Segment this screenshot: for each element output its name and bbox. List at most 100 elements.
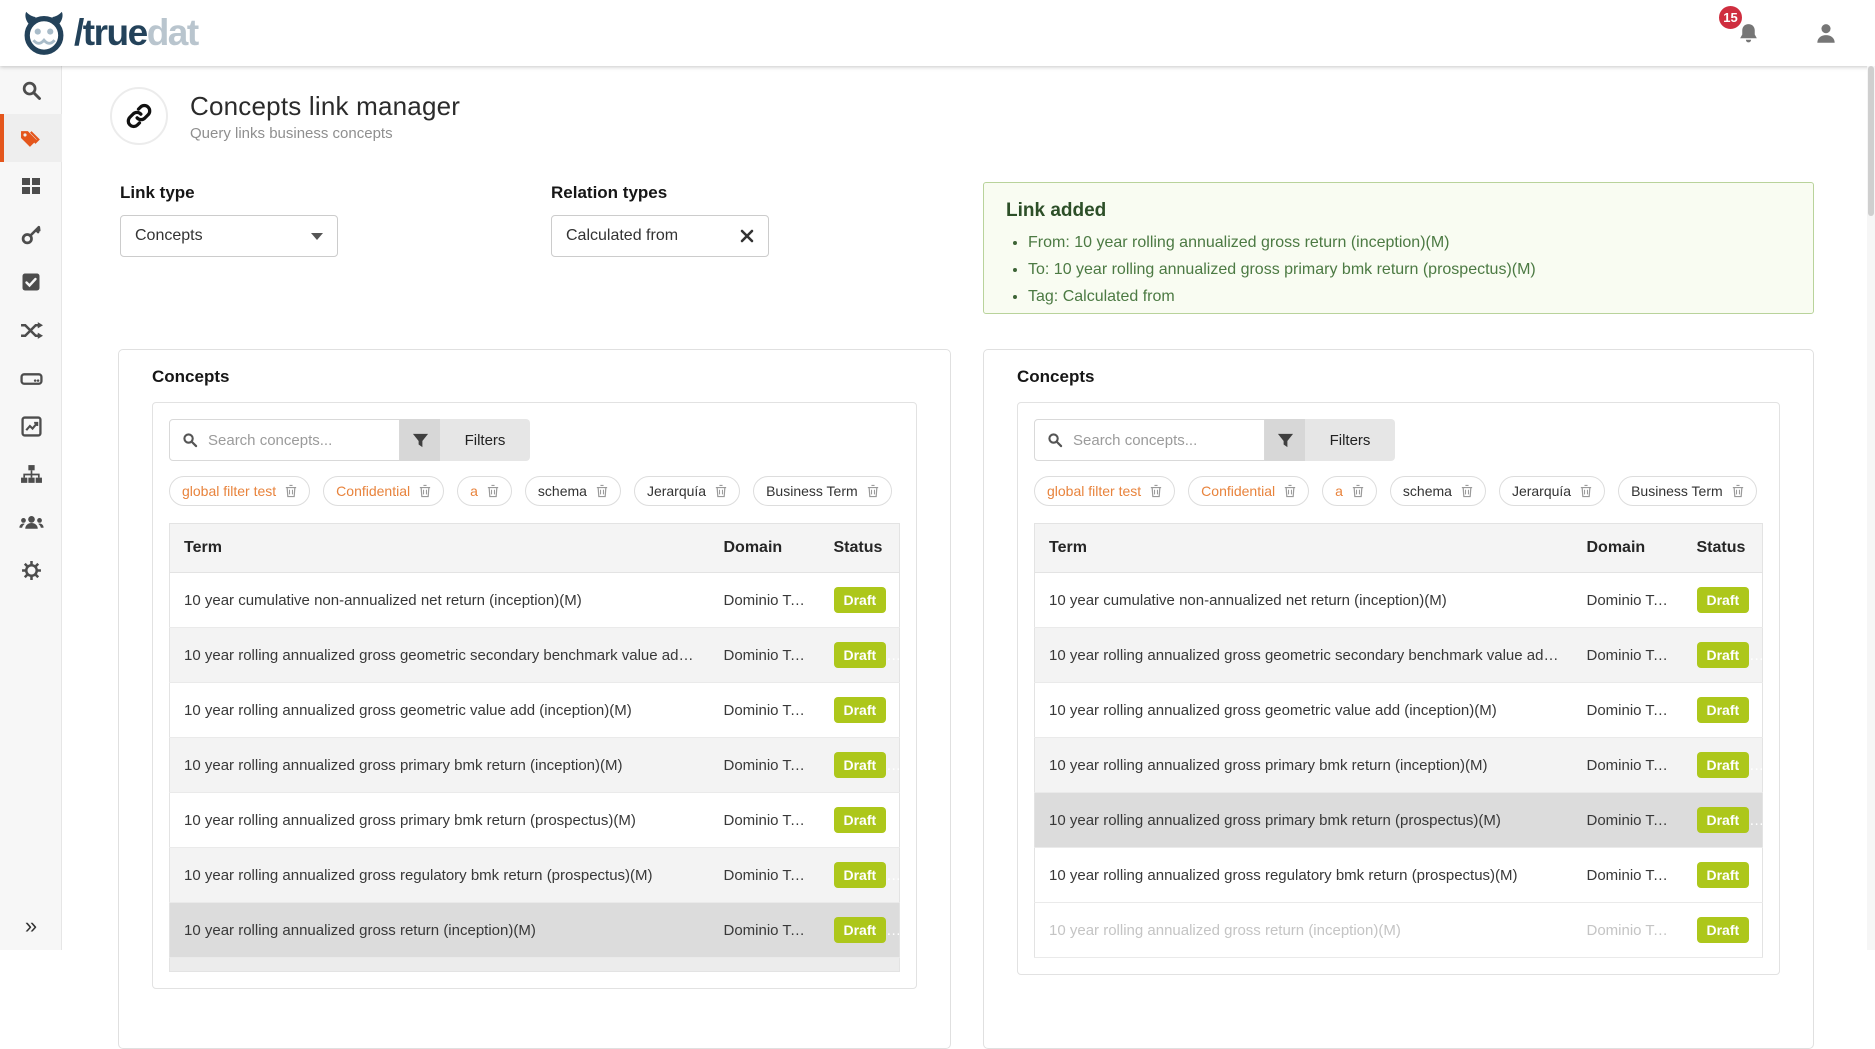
relation-types-select[interactable]: Calculated from: [551, 215, 769, 257]
search-input[interactable]: [1073, 432, 1233, 449]
filter-tag[interactable]: global filter test: [1034, 476, 1175, 506]
column-header-status: Status: [820, 524, 900, 573]
table-row[interactable]: 10 year rolling annualized gross geometr…: [1035, 683, 1763, 738]
status-cell: Draft: [1683, 628, 1763, 683]
truedat-logo[interactable]: /truedat: [20, 11, 198, 56]
search-icon: [182, 432, 198, 448]
column-header-status: Status: [1683, 524, 1763, 573]
filter-tag[interactable]: global filter test: [169, 476, 310, 506]
sidebar-item-dashboards[interactable]: [0, 162, 62, 210]
trash-icon[interactable]: [867, 484, 879, 498]
sidebar-item-analytics[interactable]: [0, 402, 62, 450]
sidebar-item-glossary[interactable]: [0, 114, 62, 162]
page-scrollbar[interactable]: [1867, 66, 1875, 950]
filter-tag[interactable]: schema: [525, 476, 621, 506]
sidebar-item-permissions[interactable]: [0, 210, 62, 258]
table-row[interactable]: 10 year rolling annualized gross geometr…: [1035, 628, 1763, 683]
search-icon: [1047, 432, 1063, 448]
sidebar-item-taxonomy[interactable]: [0, 450, 62, 498]
term-cell: 10 year rolling annualized gross return …: [1035, 903, 1573, 958]
table-row[interactable]: 10 year rolling annualized gross primary…: [170, 793, 900, 848]
grid-icon: [21, 176, 41, 196]
status-badge: Draft: [834, 642, 887, 668]
clear-icon[interactable]: [740, 229, 754, 243]
trash-icon[interactable]: [1732, 484, 1744, 498]
column-header-term: Term: [1035, 524, 1573, 573]
link-added-alert: Link added From: 10 year rolling annuali…: [983, 182, 1814, 314]
filter-tag[interactable]: Confidential: [323, 476, 444, 506]
filter-tag-label: Jerarquía: [1512, 483, 1571, 499]
concepts-card: Filters global filter test Confidential: [152, 402, 917, 989]
funnel-icon-button[interactable]: [1265, 419, 1305, 461]
filter-tag-label: schema: [538, 483, 587, 499]
trash-icon[interactable]: [1461, 484, 1473, 498]
filters-button[interactable]: Filters: [440, 419, 530, 461]
search-input[interactable]: [208, 432, 368, 449]
sidebar-item-lineage[interactable]: [0, 306, 62, 354]
scrollbar-thumb[interactable]: [1868, 66, 1874, 216]
status-badge: Draft: [1697, 917, 1750, 943]
table-row[interactable]: 10 year rolling annualized gross primary…: [1035, 793, 1763, 848]
status-cell: Draft: [820, 903, 900, 958]
table-row[interactable]: 10 year rolling annualized gross return …: [170, 903, 900, 958]
domain-cell: Dominio Test: [1573, 793, 1683, 848]
alert-title: Link added: [1006, 200, 1791, 222]
filters-button[interactable]: Filters: [1305, 419, 1395, 461]
panel-title: Concepts: [152, 367, 917, 387]
filter-tag[interactable]: Jerarquía: [1499, 476, 1605, 506]
user-icon: [1813, 20, 1839, 46]
table-row[interactable]: 10 year rolling annualized gross primary…: [1035, 738, 1763, 793]
shuffle-icon: [20, 320, 43, 341]
sidebar-item-settings[interactable]: [0, 546, 62, 594]
link-type-select[interactable]: Concepts: [120, 215, 338, 257]
trash-icon[interactable]: [1284, 484, 1296, 498]
trash-icon[interactable]: [1352, 484, 1364, 498]
sidebar-item-users[interactable]: [0, 498, 62, 546]
filter-tag[interactable]: a: [1322, 476, 1377, 506]
filter-tag[interactable]: Jerarquía: [634, 476, 740, 506]
status-badge: Draft: [834, 752, 887, 778]
filter-tag[interactable]: schema: [1390, 476, 1486, 506]
partial-next-row: [169, 958, 900, 972]
table-row[interactable]: 10 year rolling annualized gross regulat…: [170, 848, 900, 903]
domain-cell: Dominio Test: [1573, 738, 1683, 793]
table-row[interactable]: 10 year rolling annualized gross return …: [1035, 903, 1763, 958]
domain-cell: Dominio Test: [710, 628, 820, 683]
trash-icon[interactable]: [1150, 484, 1162, 498]
trash-icon[interactable]: [596, 484, 608, 498]
filter-tag-label: Business Term: [1631, 483, 1723, 499]
concepts-table: Term Domain Status 10 year cumulative no…: [1034, 523, 1763, 958]
table-row[interactable]: 10 year rolling annualized gross geometr…: [170, 628, 900, 683]
sidebar-item-search[interactable]: [0, 66, 62, 114]
user-menu[interactable]: [1813, 20, 1839, 46]
trash-icon[interactable]: [487, 484, 499, 498]
sidebar-item-structures[interactable]: [0, 354, 62, 402]
trash-icon[interactable]: [285, 484, 297, 498]
status-cell: Draft: [1683, 793, 1763, 848]
term-cell: 10 year rolling annualized gross primary…: [170, 738, 710, 793]
table-row[interactable]: 10 year cumulative non-annualized net re…: [170, 573, 900, 628]
sidebar-collapse-button[interactable]: »: [0, 908, 62, 944]
filter-tag[interactable]: a: [457, 476, 512, 506]
table-row[interactable]: 10 year rolling annualized gross regulat…: [1035, 848, 1763, 903]
concepts-card: Filters global filter test Confidential: [1017, 402, 1780, 975]
trash-icon[interactable]: [419, 484, 431, 498]
status-badge: Draft: [1697, 752, 1750, 778]
filter-tag[interactable]: Confidential: [1188, 476, 1309, 506]
term-cell: 10 year rolling annualized gross regulat…: [1035, 848, 1573, 903]
relation-types-label: Relation types: [551, 183, 769, 203]
table-row[interactable]: 10 year cumulative non-annualized net re…: [1035, 573, 1763, 628]
table-row[interactable]: 10 year rolling annualized gross geometr…: [170, 683, 900, 738]
notifications-bell[interactable]: 15: [1736, 21, 1761, 46]
filter-tag[interactable]: Business Term: [1618, 476, 1757, 506]
trash-icon[interactable]: [1580, 484, 1592, 498]
domain-cell: Dominio Test: [1573, 848, 1683, 903]
table-row[interactable]: 10 year rolling annualized gross primary…: [170, 738, 900, 793]
filter-tag[interactable]: Business Term: [753, 476, 892, 506]
column-header-domain: Domain: [710, 524, 820, 573]
term-cell: 10 year cumulative non-annualized net re…: [170, 573, 710, 628]
sidebar-item-quality[interactable]: [0, 258, 62, 306]
trash-icon[interactable]: [715, 484, 727, 498]
funnel-icon-button[interactable]: [400, 419, 440, 461]
concepts-panel-target: Concepts Filters global filter tes: [983, 349, 1814, 1049]
